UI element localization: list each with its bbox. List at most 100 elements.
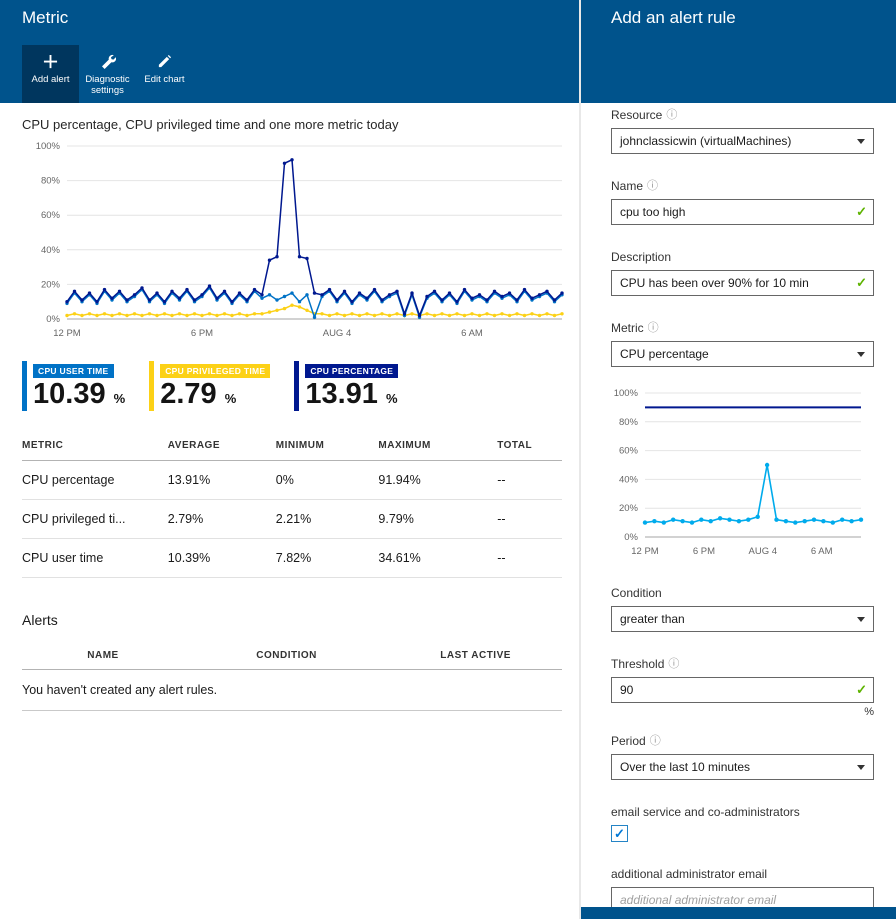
threshold-unit: % bbox=[611, 706, 874, 718]
additional-email-input[interactable] bbox=[611, 887, 874, 907]
cell-average: 13.91% bbox=[168, 461, 276, 500]
mini-chart: 0%20%40%60%80%100%12 PM6 PMAUG 46 AM bbox=[605, 379, 872, 576]
column-header: LAST ACTIVE bbox=[389, 650, 562, 661]
cell-average: 10.39% bbox=[168, 539, 276, 578]
threshold-label: Threshold ⓘ bbox=[611, 657, 872, 671]
tile-color-bar bbox=[149, 361, 154, 411]
metrics-table: METRIC AVERAGE MINIMUM MAXIMUM TOTAL CPU… bbox=[22, 431, 562, 578]
cell-metric: CPU percentage bbox=[22, 461, 168, 500]
cell-average: 2.79% bbox=[168, 500, 276, 539]
svg-text:AUG 4: AUG 4 bbox=[749, 546, 778, 557]
cell-minimum: 7.82% bbox=[276, 539, 379, 578]
plus-icon bbox=[43, 52, 58, 70]
tile-cpu-percentage[interactable]: CPU PERCENTAGE 13.91 % bbox=[294, 361, 398, 411]
tile-cpu-user-time[interactable]: CPU USER TIME 10.39 % bbox=[22, 361, 125, 411]
resource-label: Resource ⓘ bbox=[611, 108, 872, 122]
condition-select[interactable]: greater than bbox=[611, 606, 874, 632]
info-icon: ⓘ bbox=[666, 110, 677, 121]
svg-text:6 AM: 6 AM bbox=[461, 328, 483, 339]
valid-check-icon: ✓ bbox=[856, 204, 867, 220]
cell-metric: CPU privileged ti... bbox=[22, 500, 168, 539]
email-admins-checkbox[interactable]: ✓ bbox=[611, 825, 628, 842]
svg-text:60%: 60% bbox=[41, 210, 61, 221]
toolbar-button-label: Edit chart bbox=[144, 74, 184, 85]
add-alert-button[interactable]: Add alert bbox=[22, 45, 79, 103]
svg-text:40%: 40% bbox=[619, 474, 639, 485]
svg-text:6 PM: 6 PM bbox=[191, 328, 213, 339]
command-bar: Add alert Diagnostic settings Edit chart bbox=[0, 45, 579, 103]
metrics-table-header-row: METRIC AVERAGE MINIMUM MAXIMUM TOTAL bbox=[22, 431, 562, 461]
column-header: METRIC bbox=[22, 431, 168, 461]
toolbar-button-label: Diagnostic settings bbox=[79, 74, 136, 97]
svg-text:6 PM: 6 PM bbox=[693, 546, 715, 557]
azure-portal: Metric Add alert Diagnostic settings bbox=[0, 0, 896, 919]
svg-text:0%: 0% bbox=[46, 314, 60, 325]
resource-select[interactable]: johnclassicwin (virtualMachines) bbox=[611, 128, 874, 154]
cell-minimum: 2.21% bbox=[276, 500, 379, 539]
cell-total: -- bbox=[497, 500, 562, 539]
metric-blade-content: CPU percentage, CPU privileged time and … bbox=[0, 103, 579, 711]
metric-blade-header: Metric Add alert Diagnostic settings bbox=[0, 0, 579, 103]
diagnostic-settings-button[interactable]: Diagnostic settings bbox=[79, 45, 136, 103]
toolbar-button-label: Add alert bbox=[31, 74, 69, 85]
metric-label: Metric ⓘ bbox=[611, 321, 872, 335]
blade-title: Add an alert rule bbox=[611, 8, 896, 28]
svg-text:12 PM: 12 PM bbox=[631, 546, 659, 557]
column-header: MINIMUM bbox=[276, 431, 379, 461]
valid-check-icon: ✓ bbox=[856, 275, 867, 291]
alerts-title: Alerts bbox=[22, 612, 562, 628]
tile-cpu-privileged-time[interactable]: CPU PRIVILEGED TIME 2.79 % bbox=[149, 361, 270, 411]
svg-text:80%: 80% bbox=[619, 417, 639, 428]
column-header: AVERAGE bbox=[168, 431, 276, 461]
tile-value: 2.79 % bbox=[160, 379, 270, 411]
tile-color-bar bbox=[294, 361, 299, 411]
name-label: Name ⓘ bbox=[611, 179, 872, 193]
svg-text:12 PM: 12 PM bbox=[53, 328, 81, 339]
metric-field: Metric ⓘ CPU percentage bbox=[611, 321, 872, 367]
tile-value: 10.39 % bbox=[33, 379, 125, 411]
check-icon: ✓ bbox=[614, 827, 625, 840]
description-input[interactable] bbox=[611, 270, 874, 296]
svg-text:AUG 4: AUG 4 bbox=[323, 328, 352, 339]
column-header: CONDITION bbox=[184, 650, 389, 661]
column-header: NAME bbox=[22, 650, 184, 661]
alerts-empty-message: You haven't created any alert rules. bbox=[22, 670, 562, 711]
pencil-icon bbox=[157, 52, 172, 70]
metric-tiles: CPU USER TIME 10.39 % CPU PRIVILEGED TIM… bbox=[22, 361, 562, 411]
cell-metric: CPU user time bbox=[22, 539, 168, 578]
metric-select[interactable]: CPU percentage bbox=[611, 341, 874, 367]
table-row: CPU privileged ti... 2.79% 2.21% 9.79% -… bbox=[22, 500, 562, 539]
info-icon: ⓘ bbox=[647, 181, 658, 192]
column-header: MAXIMUM bbox=[378, 431, 497, 461]
cell-maximum: 9.79% bbox=[378, 500, 497, 539]
cell-minimum: 0% bbox=[276, 461, 379, 500]
period-field: Period ⓘ Over the last 10 minutes bbox=[611, 734, 872, 780]
threshold-field: Threshold ⓘ ✓ % bbox=[611, 657, 872, 718]
name-input[interactable] bbox=[611, 199, 874, 225]
alert-rule-form: Resource ⓘ johnclassicwin (virtualMachin… bbox=[581, 103, 896, 907]
chevron-down-icon bbox=[857, 139, 865, 144]
svg-text:0%: 0% bbox=[624, 532, 638, 543]
additional-email-label: additional administrator email bbox=[611, 867, 872, 881]
svg-text:40%: 40% bbox=[41, 245, 61, 256]
main-chart: 0%20%40%60%80%100%12 PM6 PMAUG 46 AM bbox=[22, 136, 562, 353]
email-admins-label: email service and co-administrators bbox=[611, 805, 872, 819]
wrench-icon bbox=[100, 52, 116, 70]
info-icon: ⓘ bbox=[650, 736, 661, 747]
resource-field: Resource ⓘ johnclassicwin (virtualMachin… bbox=[611, 108, 872, 154]
name-field: Name ⓘ ✓ bbox=[611, 179, 872, 225]
period-select[interactable]: Over the last 10 minutes bbox=[611, 754, 874, 780]
cell-total: -- bbox=[497, 461, 562, 500]
condition-field: Condition greater than bbox=[611, 586, 872, 632]
valid-check-icon: ✓ bbox=[856, 682, 867, 698]
tile-color-bar bbox=[22, 361, 27, 411]
edit-chart-button[interactable]: Edit chart bbox=[136, 45, 193, 103]
tile-label: CPU PRIVILEGED TIME bbox=[160, 364, 270, 378]
threshold-input[interactable] bbox=[611, 677, 874, 703]
tile-label: CPU USER TIME bbox=[33, 364, 114, 378]
column-header: TOTAL bbox=[497, 431, 562, 461]
condition-label: Condition bbox=[611, 586, 872, 600]
email-admins-field: email service and co-administrators ✓ bbox=[611, 805, 872, 842]
svg-text:6 AM: 6 AM bbox=[811, 546, 833, 557]
page-title: Metric bbox=[22, 8, 579, 28]
